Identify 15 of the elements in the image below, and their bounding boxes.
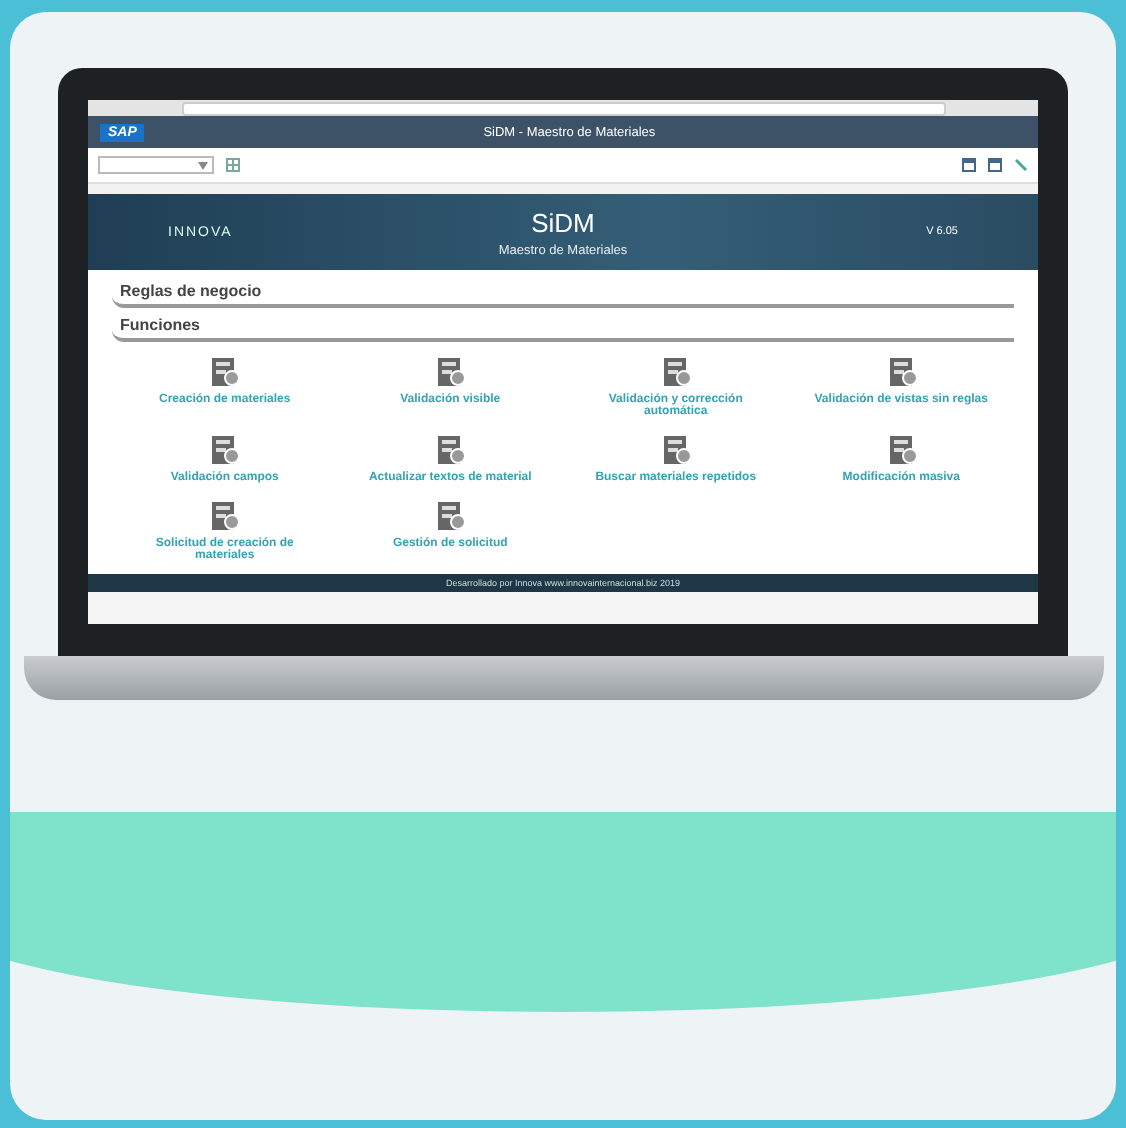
caret-icon (198, 161, 208, 169)
document-icon (206, 354, 243, 390)
dropdown-field[interactable] (98, 156, 214, 174)
section-header: Reglas de negocio (112, 278, 1014, 308)
document-icon (206, 498, 243, 534)
calendar-icon[interactable] (962, 158, 976, 172)
document-icon (432, 354, 469, 390)
document-icon (432, 498, 469, 534)
calendar-icon[interactable] (988, 158, 1002, 172)
document-icon (432, 432, 469, 468)
grid-icon[interactable] (226, 158, 240, 172)
address-bar[interactable] (181, 101, 945, 115)
section-header: Funciones (112, 312, 1014, 342)
document-icon (206, 432, 243, 468)
banner-title: SiDM (531, 207, 595, 237)
